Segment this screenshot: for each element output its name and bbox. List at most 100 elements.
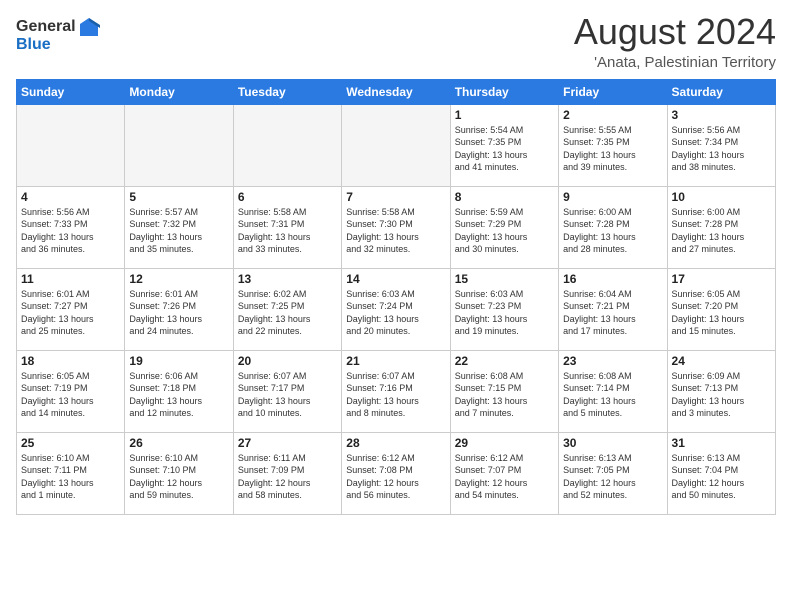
day-info: Sunrise: 6:01 AM Sunset: 7:26 PM Dayligh… xyxy=(129,289,202,337)
header: General Blue August 2024 'Anata, Palesti… xyxy=(16,12,776,71)
calendar-cell: 12 Sunrise: 6:01 AM Sunset: 7:26 PM Dayli… xyxy=(125,268,233,350)
day-info: Sunrise: 5:56 AM Sunset: 7:33 PM Dayligh… xyxy=(21,207,94,255)
day-number: 14 xyxy=(346,272,445,286)
calendar-cell: 23Sunrise: 6:08 AM Sunset: 7:14 PM Dayli… xyxy=(559,350,667,432)
calendar-cell xyxy=(125,104,233,186)
calendar-week-1: 1Sunrise: 5:54 AM Sunset: 7:35 PM Daylig… xyxy=(17,104,776,186)
day-number: 1 xyxy=(455,108,554,122)
day-info: Sunrise: 5:57 AM Sunset: 7:32 PM Dayligh… xyxy=(129,207,202,255)
calendar-cell: 11 Sunrise: 6:01 AM Sunset: 7:27 PM Dayli… xyxy=(17,268,125,350)
calendar-cell: 30 Sunrise: 6:13 AM Sunset: 7:05 PM Dayli… xyxy=(559,432,667,514)
day-info: Sunrise: 5:56 AM Sunset: 7:34 PM Dayligh… xyxy=(672,125,745,173)
calendar-week-2: 4 Sunrise: 5:56 AM Sunset: 7:33 PM Daylig… xyxy=(17,186,776,268)
calendar-cell: 25 Sunrise: 6:10 AM Sunset: 7:11 PM Dayli… xyxy=(17,432,125,514)
day-number: 29 xyxy=(455,436,554,450)
day-number: 12 xyxy=(129,272,228,286)
day-number: 16 xyxy=(563,272,662,286)
day-info: Sunrise: 6:12 AM Sunset: 7:08 PM Dayligh… xyxy=(346,453,419,501)
day-info: Sunrise: 6:01 AM Sunset: 7:27 PM Dayligh… xyxy=(21,289,94,337)
day-info: Sunrise: 5:58 AM Sunset: 7:30 PM Dayligh… xyxy=(346,207,419,255)
calendar-cell: 13 Sunrise: 6:02 AM Sunset: 7:25 PM Dayli… xyxy=(233,268,341,350)
calendar-cell: 2 Sunrise: 5:55 AM Sunset: 7:35 PM Daylig… xyxy=(559,104,667,186)
calendar-cell: 18 Sunrise: 6:05 AM Sunset: 7:19 PM Dayli… xyxy=(17,350,125,432)
day-number: 22 xyxy=(455,354,554,368)
day-info: Sunrise: 5:59 AM Sunset: 7:29 PM Dayligh… xyxy=(455,207,528,255)
calendar-cell: 29 Sunrise: 6:12 AM Sunset: 7:07 PM Dayli… xyxy=(450,432,558,514)
day-info: Sunrise: 6:05 AM Sunset: 7:20 PM Dayligh… xyxy=(672,289,745,337)
calendar-cell: 8 Sunrise: 5:59 AM Sunset: 7:29 PM Daylig… xyxy=(450,186,558,268)
day-number: 15 xyxy=(455,272,554,286)
day-info: Sunrise: 6:10 AM Sunset: 7:10 PM Dayligh… xyxy=(129,453,202,501)
day-number: 18 xyxy=(21,354,120,368)
col-friday: Friday xyxy=(559,79,667,104)
day-info: Sunrise: 5:55 AM Sunset: 7:35 PM Dayligh… xyxy=(563,125,636,173)
day-number: 5 xyxy=(129,190,228,204)
calendar-cell xyxy=(342,104,450,186)
logo: General Blue xyxy=(16,16,100,54)
logo-icon xyxy=(78,16,100,38)
day-info: Sunrise: 6:05 AM Sunset: 7:19 PM Dayligh… xyxy=(21,371,94,419)
calendar-cell: 5 Sunrise: 5:57 AM Sunset: 7:32 PM Daylig… xyxy=(125,186,233,268)
day-number: 17 xyxy=(672,272,771,286)
col-wednesday: Wednesday xyxy=(342,79,450,104)
header-row: Sunday Monday Tuesday Wednesday Thursday… xyxy=(17,79,776,104)
day-number: 25 xyxy=(21,436,120,450)
day-number: 13 xyxy=(238,272,337,286)
calendar-cell: 14 Sunrise: 6:03 AM Sunset: 7:24 PM Dayli… xyxy=(342,268,450,350)
day-number: 9 xyxy=(563,190,662,204)
day-info: Sunrise: 6:02 AM Sunset: 7:25 PM Dayligh… xyxy=(238,289,311,337)
calendar-cell: 19 Sunrise: 6:06 AM Sunset: 7:18 PM Dayli… xyxy=(125,350,233,432)
day-number: 4 xyxy=(21,190,120,204)
calendar-week-4: 18 Sunrise: 6:05 AM Sunset: 7:19 PM Dayli… xyxy=(17,350,776,432)
title-section: August 2024 'Anata, Palestinian Territor… xyxy=(574,12,776,71)
col-sunday: Sunday xyxy=(17,79,125,104)
day-number: 11 xyxy=(21,272,120,286)
calendar-cell: 21Sunrise: 6:07 AM Sunset: 7:16 PM Dayli… xyxy=(342,350,450,432)
calendar-cell: 27Sunrise: 6:11 AM Sunset: 7:09 PM Dayli… xyxy=(233,432,341,514)
day-info: Sunrise: 6:10 AM Sunset: 7:11 PM Dayligh… xyxy=(21,453,94,501)
calendar-cell: 1Sunrise: 5:54 AM Sunset: 7:35 PM Daylig… xyxy=(450,104,558,186)
day-info: Sunrise: 6:09 AM Sunset: 7:13 PM Dayligh… xyxy=(672,371,745,419)
location: 'Anata, Palestinian Territory xyxy=(574,54,776,71)
calendar-week-3: 11 Sunrise: 6:01 AM Sunset: 7:27 PM Dayli… xyxy=(17,268,776,350)
day-number: 21 xyxy=(346,354,445,368)
calendar-cell: 20Sunrise: 6:07 AM Sunset: 7:17 PM Dayli… xyxy=(233,350,341,432)
calendar-cell: 31Sunrise: 6:13 AM Sunset: 7:04 PM Dayli… xyxy=(667,432,775,514)
calendar-cell: 4 Sunrise: 5:56 AM Sunset: 7:33 PM Daylig… xyxy=(17,186,125,268)
day-number: 28 xyxy=(346,436,445,450)
day-number: 3 xyxy=(672,108,771,122)
day-info: Sunrise: 6:12 AM Sunset: 7:07 PM Dayligh… xyxy=(455,453,528,501)
day-info: Sunrise: 5:58 AM Sunset: 7:31 PM Dayligh… xyxy=(238,207,311,255)
col-thursday: Thursday xyxy=(450,79,558,104)
day-number: 8 xyxy=(455,190,554,204)
month-year: August 2024 xyxy=(574,12,776,52)
calendar-cell: 10Sunrise: 6:00 AM Sunset: 7:28 PM Dayli… xyxy=(667,186,775,268)
calendar-cell: 3 Sunrise: 5:56 AM Sunset: 7:34 PM Daylig… xyxy=(667,104,775,186)
day-info: Sunrise: 6:13 AM Sunset: 7:05 PM Dayligh… xyxy=(563,453,636,501)
calendar-cell xyxy=(17,104,125,186)
day-info: Sunrise: 6:03 AM Sunset: 7:23 PM Dayligh… xyxy=(455,289,528,337)
calendar-cell: 6Sunrise: 5:58 AM Sunset: 7:31 PM Daylig… xyxy=(233,186,341,268)
day-number: 31 xyxy=(672,436,771,450)
day-number: 30 xyxy=(563,436,662,450)
col-saturday: Saturday xyxy=(667,79,775,104)
day-number: 7 xyxy=(346,190,445,204)
calendar-cell xyxy=(233,104,341,186)
calendar-cell: 15 Sunrise: 6:03 AM Sunset: 7:23 PM Dayli… xyxy=(450,268,558,350)
day-info: Sunrise: 6:08 AM Sunset: 7:14 PM Dayligh… xyxy=(563,371,636,419)
day-number: 24 xyxy=(672,354,771,368)
calendar-cell: 16Sunrise: 6:04 AM Sunset: 7:21 PM Dayli… xyxy=(559,268,667,350)
col-monday: Monday xyxy=(125,79,233,104)
calendar-cell: 7 Sunrise: 5:58 AM Sunset: 7:30 PM Daylig… xyxy=(342,186,450,268)
col-tuesday: Tuesday xyxy=(233,79,341,104)
day-info: Sunrise: 6:03 AM Sunset: 7:24 PM Dayligh… xyxy=(346,289,419,337)
day-info: Sunrise: 6:06 AM Sunset: 7:18 PM Dayligh… xyxy=(129,371,202,419)
calendar: Sunday Monday Tuesday Wednesday Thursday… xyxy=(16,79,776,515)
logo-blue: Blue xyxy=(16,36,51,54)
day-number: 19 xyxy=(129,354,228,368)
day-number: 2 xyxy=(563,108,662,122)
logo-general: General xyxy=(16,18,76,36)
calendar-cell: 26Sunrise: 6:10 AM Sunset: 7:10 PM Dayli… xyxy=(125,432,233,514)
calendar-cell: 9Sunrise: 6:00 AM Sunset: 7:28 PM Daylig… xyxy=(559,186,667,268)
calendar-cell: 24 Sunrise: 6:09 AM Sunset: 7:13 PM Dayli… xyxy=(667,350,775,432)
